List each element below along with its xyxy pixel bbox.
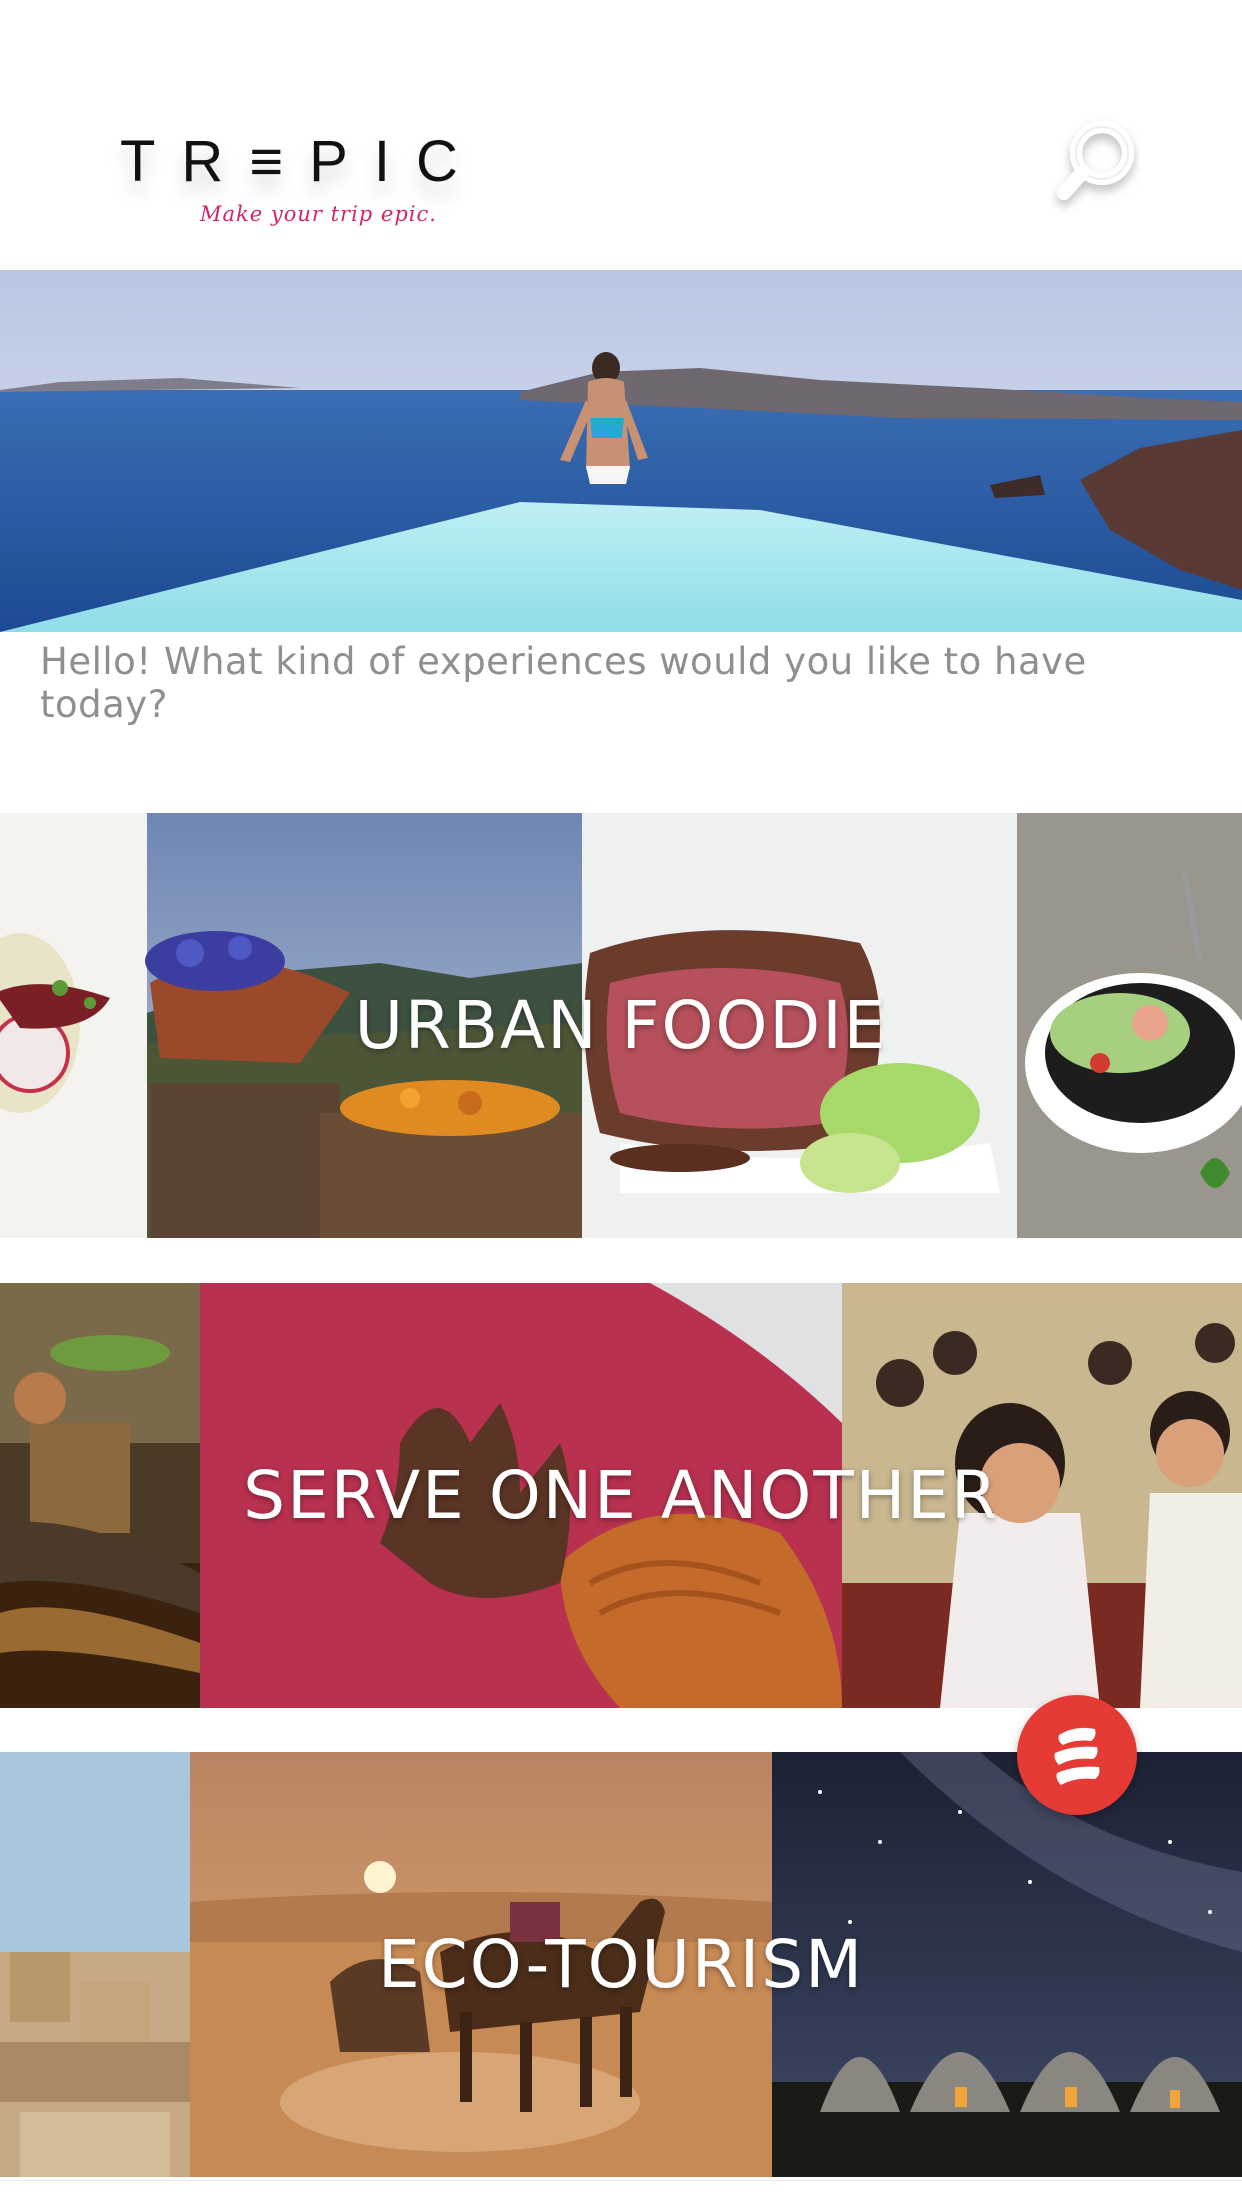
category-urban-foodie[interactable]: URBAN FOODIE	[0, 813, 1242, 1238]
bottom-divider	[0, 2180, 1242, 2209]
search-icon	[1057, 121, 1134, 200]
serve-one-another-image	[0, 1283, 1242, 1708]
category-serve-one-another[interactable]: SERVE ONE ANOTHER	[0, 1283, 1242, 1708]
category-eco-tourism[interactable]: ECO-TOURISM	[0, 1752, 1242, 2177]
urban-foodie-image	[0, 813, 1242, 1238]
menu-fab-button[interactable]	[1017, 1695, 1137, 1815]
logo-tagline: Make your trip epic.	[200, 202, 437, 226]
app-logo[interactable]: TR≡PIC Make your trip epic.	[120, 120, 460, 240]
greeting-text: Hello! What kind of experiences would yo…	[40, 640, 1087, 726]
hero-banner	[0, 270, 1242, 632]
search-button[interactable]	[1050, 115, 1140, 215]
logo-wordmark: TR≡PIC	[120, 129, 484, 194]
hero-image	[0, 270, 1242, 632]
menu-stripes-icon	[1054, 1727, 1100, 1785]
eco-tourism-image	[0, 1752, 1242, 2177]
